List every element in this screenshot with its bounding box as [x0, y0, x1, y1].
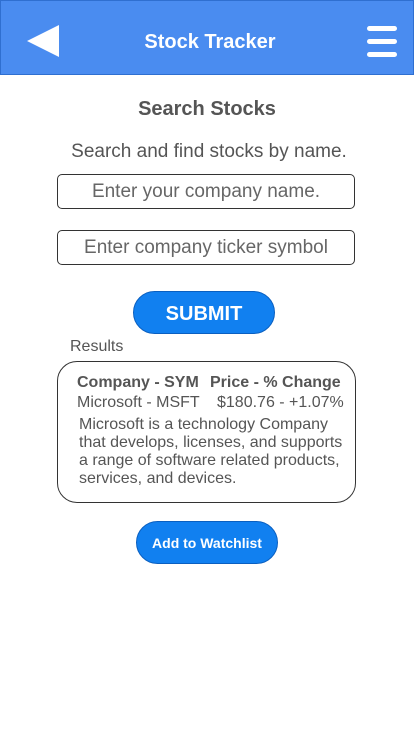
company-value: Microsoft - MSFT: [77, 394, 200, 411]
company-column-header: Company - SYM: [77, 374, 199, 391]
company-name-input[interactable]: [57, 174, 355, 209]
back-button[interactable]: [15, 17, 71, 63]
search-subtitle: Search and find stocks by name.: [71, 141, 347, 162]
search-title: Search Stocks: [138, 98, 276, 120]
ticker-symbol-input[interactable]: [57, 230, 355, 265]
price-column-header: Price - % Change: [210, 374, 341, 391]
add-to-watchlist-button[interactable]: Add to Watchlist: [136, 521, 278, 564]
menu-button[interactable]: [363, 21, 401, 65]
price-value: $180.76 - +1.07%: [217, 394, 344, 411]
page-title: Stock Tracker: [144, 31, 276, 53]
hamburger-menu-icon: [367, 26, 397, 57]
company-description: Microsoft is a technology Company that d…: [79, 416, 343, 487]
submit-button[interactable]: SUBMIT: [133, 291, 275, 334]
back-triangle-icon: [27, 25, 59, 57]
app-header: Stock Tracker: [0, 0, 414, 75]
app-screen: Stock Tracker Search Stocks Search and f…: [0, 0, 414, 736]
results-label: Results: [70, 338, 124, 355]
